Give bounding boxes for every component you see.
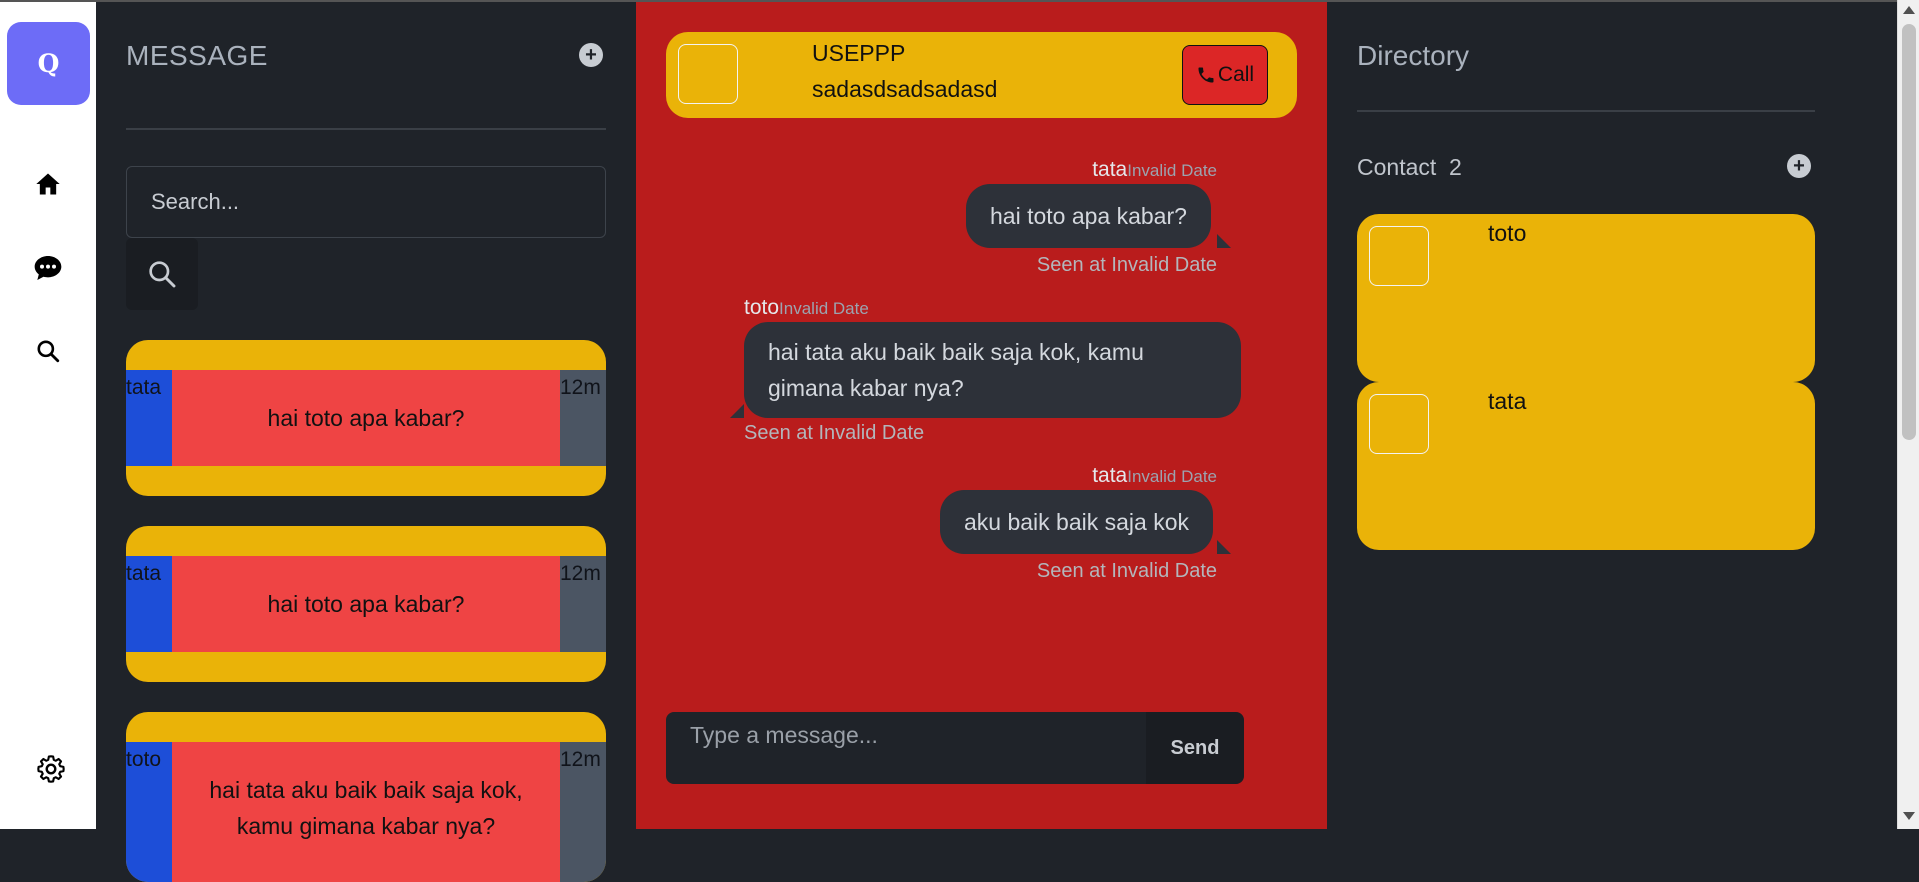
bubble-tail bbox=[1217, 234, 1231, 248]
message-meta: totoInvalid Date bbox=[744, 296, 869, 320]
conversation-preview: hai toto apa kabar? bbox=[172, 556, 560, 652]
contact-item[interactable]: toto bbox=[1357, 214, 1815, 382]
call-button[interactable]: Call bbox=[1182, 45, 1268, 105]
chat-panel: USEPPP sadasdsadsadasd Call tataInvalid … bbox=[636, 0, 1327, 829]
message-sender: tata bbox=[1092, 158, 1128, 181]
app-logo[interactable]: Q bbox=[7, 22, 90, 105]
conversation-time: 12m bbox=[560, 556, 606, 652]
send-button[interactable]: Send bbox=[1146, 712, 1244, 784]
message-seen-status: Seen at Invalid Date bbox=[1036, 560, 1217, 582]
chat-bubble-icon[interactable] bbox=[30, 250, 66, 286]
directory-title: Directory bbox=[1357, 40, 1470, 71]
message-date: Invalid Date bbox=[1127, 467, 1217, 486]
directory-panel: Directory Contact 2 + toto tata bbox=[1327, 0, 1897, 829]
conversation-time: 12m bbox=[560, 370, 606, 466]
new-message-button[interactable]: + bbox=[579, 43, 603, 67]
chat-message-bubble: hai tata aku baik baik saja kok, kamu gi… bbox=[744, 322, 1241, 418]
message-panel: MESSAGE + Search... tata hai toto apa ka… bbox=[96, 0, 636, 882]
message-seen-status: Seen at Invalid Date bbox=[1036, 254, 1217, 276]
conversation-sender: tata bbox=[126, 370, 172, 466]
scroll-down-icon[interactable] bbox=[1903, 812, 1915, 820]
contact-label: Contact bbox=[1357, 154, 1437, 180]
bubble-tail bbox=[730, 404, 744, 418]
avatar bbox=[1369, 226, 1429, 286]
divider bbox=[126, 128, 606, 130]
search-icon[interactable] bbox=[30, 333, 66, 369]
message-date: Invalid Date bbox=[1127, 161, 1217, 180]
chat-contact-status: sadasdsadsadasd bbox=[812, 76, 998, 102]
conversation-preview: hai toto apa kabar? bbox=[172, 370, 560, 466]
conversation-preview: hai tata aku baik baik saja kok, kamu gi… bbox=[172, 742, 560, 882]
avatar bbox=[1369, 394, 1429, 454]
contact-item[interactable]: tata bbox=[1357, 382, 1815, 550]
bubble-tail bbox=[1217, 540, 1231, 554]
message-input[interactable]: Type a message... bbox=[666, 712, 1146, 784]
message-panel-title: MESSAGE bbox=[126, 40, 268, 71]
message-sender: tata bbox=[1092, 464, 1128, 487]
avatar bbox=[678, 44, 738, 104]
add-contact-button[interactable]: + bbox=[1787, 154, 1811, 178]
message-seen-status: Seen at Invalid Date bbox=[744, 422, 925, 444]
search-button[interactable] bbox=[126, 238, 198, 310]
conversation-sender: toto bbox=[126, 742, 172, 882]
contact-count-label: Contact 2 bbox=[1357, 154, 1462, 181]
conversation-sender: tata bbox=[126, 556, 172, 652]
contact-name: tata bbox=[1488, 388, 1527, 414]
search-input[interactable]: Search... bbox=[126, 166, 606, 238]
scroll-up-icon[interactable] bbox=[1903, 6, 1915, 14]
message-date: Invalid Date bbox=[779, 299, 869, 318]
conversation-item[interactable]: tata hai toto apa kabar? 12m bbox=[126, 340, 606, 496]
divider bbox=[1357, 110, 1815, 112]
chat-header: USEPPP sadasdsadsadasd Call bbox=[666, 32, 1297, 118]
chat-message-bubble: hai toto apa kabar? bbox=[966, 184, 1211, 248]
conversation-time: 12m bbox=[560, 742, 606, 882]
contact-count: 2 bbox=[1449, 154, 1462, 180]
message-sender: toto bbox=[744, 296, 780, 319]
scrollbar-thumb[interactable] bbox=[1902, 24, 1916, 440]
message-meta: tataInvalid Date bbox=[1092, 464, 1217, 488]
gear-icon[interactable] bbox=[33, 751, 69, 787]
page-scrollbar[interactable] bbox=[1897, 0, 1919, 829]
contact-name: toto bbox=[1488, 220, 1527, 246]
conversation-item[interactable]: toto hai tata aku baik baik saja kok, ka… bbox=[126, 712, 606, 882]
chat-contact-name: USEPPP bbox=[812, 40, 906, 66]
search-icon bbox=[149, 261, 176, 288]
home-icon[interactable] bbox=[30, 166, 66, 202]
phone-icon bbox=[1198, 67, 1214, 83]
call-label: Call bbox=[1217, 63, 1255, 86]
conversation-item[interactable]: tata hai toto apa kabar? 12m bbox=[126, 526, 606, 682]
nav-rail: Q bbox=[0, 0, 96, 829]
message-meta: tataInvalid Date bbox=[1092, 158, 1217, 182]
chat-message-bubble: aku baik baik saja kok bbox=[940, 490, 1214, 554]
